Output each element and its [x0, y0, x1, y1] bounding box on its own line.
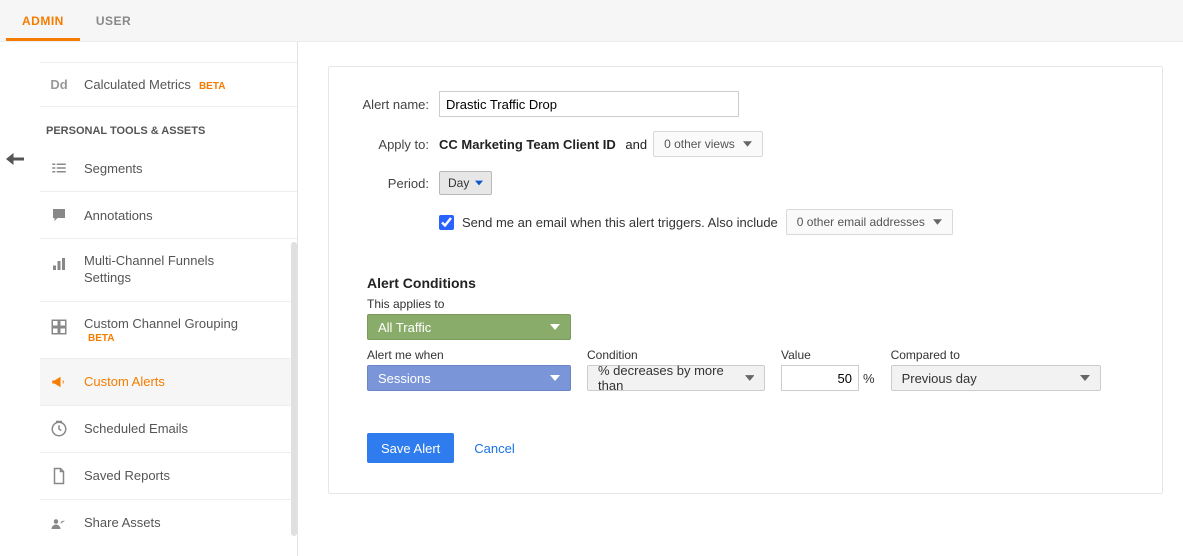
back-icon[interactable] — [4, 148, 26, 170]
value-label: Value — [781, 348, 875, 362]
segments-icon — [46, 159, 72, 177]
sidebar-item-label: Segments — [84, 161, 143, 176]
alert-form-panel: Alert name: Apply to: CC Marketing Team … — [328, 66, 1163, 494]
apply-to-other-text: 0 other views — [664, 137, 735, 151]
applies-to-label: This applies to — [367, 297, 1138, 311]
sidebar-item-custom-channel-grouping[interactable]: Custom Channel Grouping BETA — [40, 302, 297, 359]
condition-label: Condition — [587, 348, 765, 362]
sidebar-item-label: Custom Channel Grouping — [84, 316, 238, 331]
apply-to-view-name: CC Marketing Team Client ID — [439, 137, 616, 152]
other-emails-dropdown[interactable]: 0 other email addresses — [786, 209, 953, 235]
alert-metric-value: Sessions — [378, 371, 431, 386]
alert-metric-dropdown[interactable]: Sessions — [367, 365, 571, 391]
sidebar-item-annotations[interactable]: Annotations — [40, 192, 297, 239]
sidebar-item-saved-reports[interactable]: Saved Reports — [40, 453, 297, 500]
sidebar-item-mcf-settings[interactable]: Multi-Channel Funnels Settings — [40, 239, 297, 302]
megaphone-icon — [46, 373, 72, 391]
applies-to-dropdown[interactable]: All Traffic — [367, 314, 571, 340]
sidebar-item-label: Calculated Metrics — [84, 77, 191, 92]
email-notify-label: Send me an email when this alert trigger… — [462, 215, 778, 230]
row-email-notify: Send me an email when this alert trigger… — [439, 209, 1138, 235]
conditions-row: Alert me when Sessions Condition % decre… — [367, 348, 1138, 391]
email-notify-checkbox[interactable] — [439, 215, 454, 230]
apply-to-label: Apply to: — [353, 137, 429, 152]
sidebar-item-label: Annotations — [84, 208, 153, 223]
sidebar-item-label: Scheduled Emails — [84, 421, 188, 436]
row-apply-to: Apply to: CC Marketing Team Client ID an… — [353, 131, 1138, 157]
grouping-icon — [46, 316, 72, 336]
condition-value: % decreases by more than — [598, 363, 745, 393]
applies-to-value: All Traffic — [378, 320, 431, 335]
sidebar: Dd Calculated Metrics BETA PERSONAL TOOL… — [40, 42, 298, 556]
tab-admin[interactable]: ADMIN — [6, 2, 80, 40]
sidebar-section-header: PERSONAL TOOLS & ASSETS — [40, 107, 297, 145]
email-other-text: 0 other email addresses — [797, 215, 925, 229]
sidebar-item-calculated-metrics[interactable]: Dd Calculated Metrics BETA — [40, 62, 297, 107]
row-period: Period: Day — [353, 171, 1138, 195]
top-navbar: ADMIN USER — [0, 0, 1183, 42]
beta-badge: BETA — [88, 333, 238, 344]
document-icon — [46, 467, 72, 485]
sidebar-item-scheduled-emails[interactable]: Scheduled Emails — [40, 406, 297, 453]
main-area: Dd Calculated Metrics BETA PERSONAL TOOL… — [0, 42, 1183, 556]
beta-badge: BETA — [199, 81, 225, 92]
sidebar-item-label: Saved Reports — [84, 468, 170, 483]
apply-to-other-views-dropdown[interactable]: 0 other views — [653, 131, 763, 157]
sidebar-item-share-assets[interactable]: Share Assets — [40, 500, 297, 546]
cancel-link[interactable]: Cancel — [474, 441, 514, 456]
alert-name-input[interactable] — [439, 91, 739, 117]
apply-to-view: CC Marketing Team Client ID and — [439, 137, 653, 152]
sidebar-item-label: Share Assets — [84, 515, 161, 530]
clock-icon — [46, 420, 72, 438]
back-column — [0, 42, 30, 556]
compared-to-dropdown[interactable]: Previous day — [891, 365, 1101, 391]
content-panel-wrapper: Alert name: Apply to: CC Marketing Team … — [298, 42, 1183, 556]
apply-to-and: and — [625, 137, 647, 152]
share-icon — [46, 514, 72, 532]
sidebar-item-label: Multi-Channel Funnels Settings — [84, 253, 224, 287]
form-actions: Save Alert Cancel — [367, 433, 1138, 463]
tab-user[interactable]: USER — [80, 2, 147, 40]
save-alert-button[interactable]: Save Alert — [367, 433, 454, 463]
condition-dropdown[interactable]: % decreases by more than — [587, 365, 765, 391]
period-value: Day — [448, 176, 469, 190]
sidebar-item-label: Custom Alerts — [84, 374, 165, 389]
alert-name-label: Alert name: — [353, 97, 429, 112]
percent-symbol: % — [863, 371, 875, 386]
compared-to-value: Previous day — [902, 371, 977, 386]
compared-to-label: Compared to — [891, 348, 1101, 362]
sidebar-item-segments[interactable]: Segments — [40, 145, 297, 192]
calculated-metrics-icon: Dd — [46, 77, 72, 92]
alert-when-label: Alert me when — [367, 348, 571, 362]
sidebar-item-custom-alerts[interactable]: Custom Alerts — [40, 359, 297, 406]
value-input[interactable] — [781, 365, 859, 391]
bar-chart-icon — [46, 253, 72, 273]
alert-conditions-header: Alert Conditions — [367, 275, 1138, 291]
period-label: Period: — [353, 176, 429, 191]
annotations-icon — [46, 206, 72, 224]
row-alert-name: Alert name: — [353, 91, 1138, 117]
period-dropdown[interactable]: Day — [439, 171, 492, 195]
